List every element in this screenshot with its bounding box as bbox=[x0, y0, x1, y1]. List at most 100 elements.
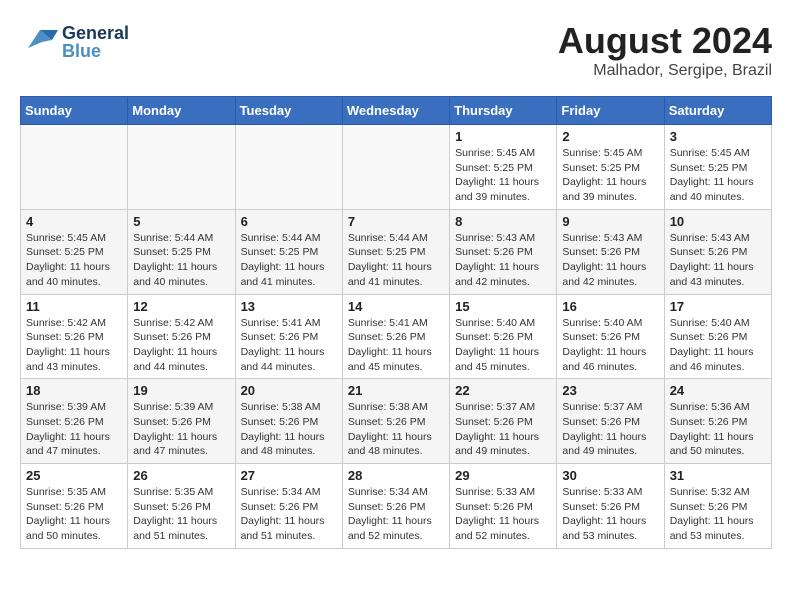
day-number: 21 bbox=[348, 383, 444, 398]
location: Malhador, Sergipe, Brazil bbox=[558, 62, 772, 80]
day-of-week-tuesday: Tuesday bbox=[235, 97, 342, 125]
day-number: 9 bbox=[562, 214, 658, 229]
day-detail: Sunrise: 5:38 AM Sunset: 5:26 PM Dayligh… bbox=[348, 400, 444, 459]
day-number: 13 bbox=[241, 299, 337, 314]
calendar-cell: 28Sunrise: 5:34 AM Sunset: 5:26 PM Dayli… bbox=[342, 464, 449, 549]
day-detail: Sunrise: 5:45 AM Sunset: 5:25 PM Dayligh… bbox=[562, 146, 658, 205]
calendar-cell: 24 Sunrise: 5:36 AM Sunset: 5:26 PM Dayli… bbox=[664, 379, 771, 464]
day-number: 26 bbox=[133, 468, 229, 483]
calendar-cell: 20Sunrise: 5:38 AM Sunset: 5:26 PM Dayli… bbox=[235, 379, 342, 464]
calendar-cell bbox=[128, 125, 235, 210]
day-number: 19 bbox=[133, 383, 229, 398]
day-of-week-thursday: Thursday bbox=[450, 97, 557, 125]
header-row: SundayMondayTuesdayWednesdayThursdayFrid… bbox=[21, 97, 772, 125]
logo-blue-text: Blue bbox=[62, 42, 129, 60]
calendar-cell: 14Sunrise: 5:41 AM Sunset: 5:26 PM Dayli… bbox=[342, 294, 449, 379]
calendar-week-2: 4 Sunrise: 5:45 AM Sunset: 5:25 PM Daylig… bbox=[21, 209, 772, 294]
day-detail: Sunrise: 5:38 AM Sunset: 5:26 PM Dayligh… bbox=[241, 400, 337, 459]
day-number: 8 bbox=[455, 214, 551, 229]
day-detail: Sunrise: 5:33 AM Sunset: 5:26 PM Dayligh… bbox=[455, 485, 551, 544]
calendar-week-5: 25 Sunrise: 5:35 AM Sunset: 5:26 PM Dayli… bbox=[21, 464, 772, 549]
day-number: 24 bbox=[670, 383, 766, 398]
calendar-cell: 11 Sunrise: 5:42 AM Sunset: 5:26 PM Dayli… bbox=[21, 294, 128, 379]
day-detail: Sunrise: 5:43 AM Sunset: 5:26 PM Dayligh… bbox=[670, 231, 766, 290]
calendar-cell: 4 Sunrise: 5:45 AM Sunset: 5:25 PM Daylig… bbox=[21, 209, 128, 294]
day-number: 18 bbox=[26, 383, 122, 398]
calendar-cell: 9 Sunrise: 5:43 AM Sunset: 5:26 PM Daylig… bbox=[557, 209, 664, 294]
day-detail: Sunrise: 5:33 AM Sunset: 5:26 PM Dayligh… bbox=[562, 485, 658, 544]
day-detail: Sunrise: 5:39 AM Sunset: 5:26 PM Dayligh… bbox=[26, 400, 122, 459]
day-number: 3 bbox=[670, 129, 766, 144]
calendar-week-3: 11 Sunrise: 5:42 AM Sunset: 5:26 PM Dayli… bbox=[21, 294, 772, 379]
day-detail: Sunrise: 5:37 AM Sunset: 5:26 PM Dayligh… bbox=[455, 400, 551, 459]
calendar-cell: 30 Sunrise: 5:33 AM Sunset: 5:26 PM Dayli… bbox=[557, 464, 664, 549]
day-number: 17 bbox=[670, 299, 766, 314]
calendar-body: 1 Sunrise: 5:45 AM Sunset: 5:25 PM Daylig… bbox=[21, 125, 772, 549]
day-of-week-sunday: Sunday bbox=[21, 97, 128, 125]
calendar-cell: 1 Sunrise: 5:45 AM Sunset: 5:25 PM Daylig… bbox=[450, 125, 557, 210]
day-detail: Sunrise: 5:34 AM Sunset: 5:26 PM Dayligh… bbox=[348, 485, 444, 544]
page-header: General Blue August 2024 Malhador, Sergi… bbox=[20, 20, 772, 80]
logo-name: General Blue bbox=[62, 24, 129, 60]
calendar-cell: 6 Sunrise: 5:44 AM Sunset: 5:25 PM Daylig… bbox=[235, 209, 342, 294]
calendar-cell: 16Sunrise: 5:40 AM Sunset: 5:26 PM Dayli… bbox=[557, 294, 664, 379]
day-number: 12 bbox=[133, 299, 229, 314]
calendar-cell: 15Sunrise: 5:40 AM Sunset: 5:26 PM Dayli… bbox=[450, 294, 557, 379]
day-number: 30 bbox=[562, 468, 658, 483]
logo-general-text: General bbox=[62, 24, 129, 42]
day-detail: Sunrise: 5:36 AM Sunset: 5:26 PM Dayligh… bbox=[670, 400, 766, 459]
day-number: 6 bbox=[241, 214, 337, 229]
calendar-cell bbox=[21, 125, 128, 210]
day-detail: Sunrise: 5:43 AM Sunset: 5:26 PM Dayligh… bbox=[455, 231, 551, 290]
day-of-week-monday: Monday bbox=[128, 97, 235, 125]
calendar-header: SundayMondayTuesdayWednesdayThursdayFrid… bbox=[21, 97, 772, 125]
day-detail: Sunrise: 5:40 AM Sunset: 5:26 PM Dayligh… bbox=[562, 316, 658, 375]
calendar-cell: 25 Sunrise: 5:35 AM Sunset: 5:26 PM Dayli… bbox=[21, 464, 128, 549]
day-number: 25 bbox=[26, 468, 122, 483]
day-number: 5 bbox=[133, 214, 229, 229]
calendar-cell: 23 Sunrise: 5:37 AM Sunset: 5:26 PM Dayli… bbox=[557, 379, 664, 464]
day-number: 11 bbox=[26, 299, 122, 314]
calendar-cell: 5Sunrise: 5:44 AM Sunset: 5:25 PM Daylig… bbox=[128, 209, 235, 294]
calendar-cell: 29 Sunrise: 5:33 AM Sunset: 5:26 PM Dayli… bbox=[450, 464, 557, 549]
calendar-cell: 31Sunrise: 5:32 AM Sunset: 5:26 PM Dayli… bbox=[664, 464, 771, 549]
calendar-cell: 21 Sunrise: 5:38 AM Sunset: 5:26 PM Dayli… bbox=[342, 379, 449, 464]
day-detail: Sunrise: 5:42 AM Sunset: 5:26 PM Dayligh… bbox=[133, 316, 229, 375]
day-number: 10 bbox=[670, 214, 766, 229]
calendar-cell: 22Sunrise: 5:37 AM Sunset: 5:26 PM Dayli… bbox=[450, 379, 557, 464]
day-detail: Sunrise: 5:45 AM Sunset: 5:25 PM Dayligh… bbox=[455, 146, 551, 205]
logo-icon bbox=[20, 20, 58, 63]
month-year: August 2024 bbox=[558, 20, 772, 62]
day-number: 15 bbox=[455, 299, 551, 314]
calendar-week-4: 18 Sunrise: 5:39 AM Sunset: 5:26 PM Dayli… bbox=[21, 379, 772, 464]
day-detail: Sunrise: 5:41 AM Sunset: 5:26 PM Dayligh… bbox=[241, 316, 337, 375]
calendar-cell: 3 Sunrise: 5:45 AM Sunset: 5:25 PM Daylig… bbox=[664, 125, 771, 210]
calendar-week-1: 1 Sunrise: 5:45 AM Sunset: 5:25 PM Daylig… bbox=[21, 125, 772, 210]
day-detail: Sunrise: 5:45 AM Sunset: 5:25 PM Dayligh… bbox=[670, 146, 766, 205]
day-detail: Sunrise: 5:39 AM Sunset: 5:26 PM Dayligh… bbox=[133, 400, 229, 459]
day-detail: Sunrise: 5:42 AM Sunset: 5:26 PM Dayligh… bbox=[26, 316, 122, 375]
calendar-cell: 8 Sunrise: 5:43 AM Sunset: 5:26 PM Daylig… bbox=[450, 209, 557, 294]
day-detail: Sunrise: 5:44 AM Sunset: 5:25 PM Dayligh… bbox=[241, 231, 337, 290]
day-number: 23 bbox=[562, 383, 658, 398]
calendar-cell bbox=[342, 125, 449, 210]
day-number: 29 bbox=[455, 468, 551, 483]
day-of-week-friday: Friday bbox=[557, 97, 664, 125]
day-number: 27 bbox=[241, 468, 337, 483]
day-detail: Sunrise: 5:43 AM Sunset: 5:26 PM Dayligh… bbox=[562, 231, 658, 290]
day-of-week-wednesday: Wednesday bbox=[342, 97, 449, 125]
calendar-cell: 7Sunrise: 5:44 AM Sunset: 5:25 PM Daylig… bbox=[342, 209, 449, 294]
calendar-cell: 10 Sunrise: 5:43 AM Sunset: 5:26 PM Dayli… bbox=[664, 209, 771, 294]
day-number: 2 bbox=[562, 129, 658, 144]
calendar-table: SundayMondayTuesdayWednesdayThursdayFrid… bbox=[20, 96, 772, 549]
calendar-cell bbox=[235, 125, 342, 210]
day-detail: Sunrise: 5:37 AM Sunset: 5:26 PM Dayligh… bbox=[562, 400, 658, 459]
day-number: 4 bbox=[26, 214, 122, 229]
day-detail: Sunrise: 5:45 AM Sunset: 5:25 PM Dayligh… bbox=[26, 231, 122, 290]
day-of-week-saturday: Saturday bbox=[664, 97, 771, 125]
calendar-cell: 13 Sunrise: 5:41 AM Sunset: 5:26 PM Dayli… bbox=[235, 294, 342, 379]
day-detail: Sunrise: 5:41 AM Sunset: 5:26 PM Dayligh… bbox=[348, 316, 444, 375]
day-number: 1 bbox=[455, 129, 551, 144]
calendar-cell: 2 Sunrise: 5:45 AM Sunset: 5:25 PM Daylig… bbox=[557, 125, 664, 210]
day-detail: Sunrise: 5:35 AM Sunset: 5:26 PM Dayligh… bbox=[26, 485, 122, 544]
